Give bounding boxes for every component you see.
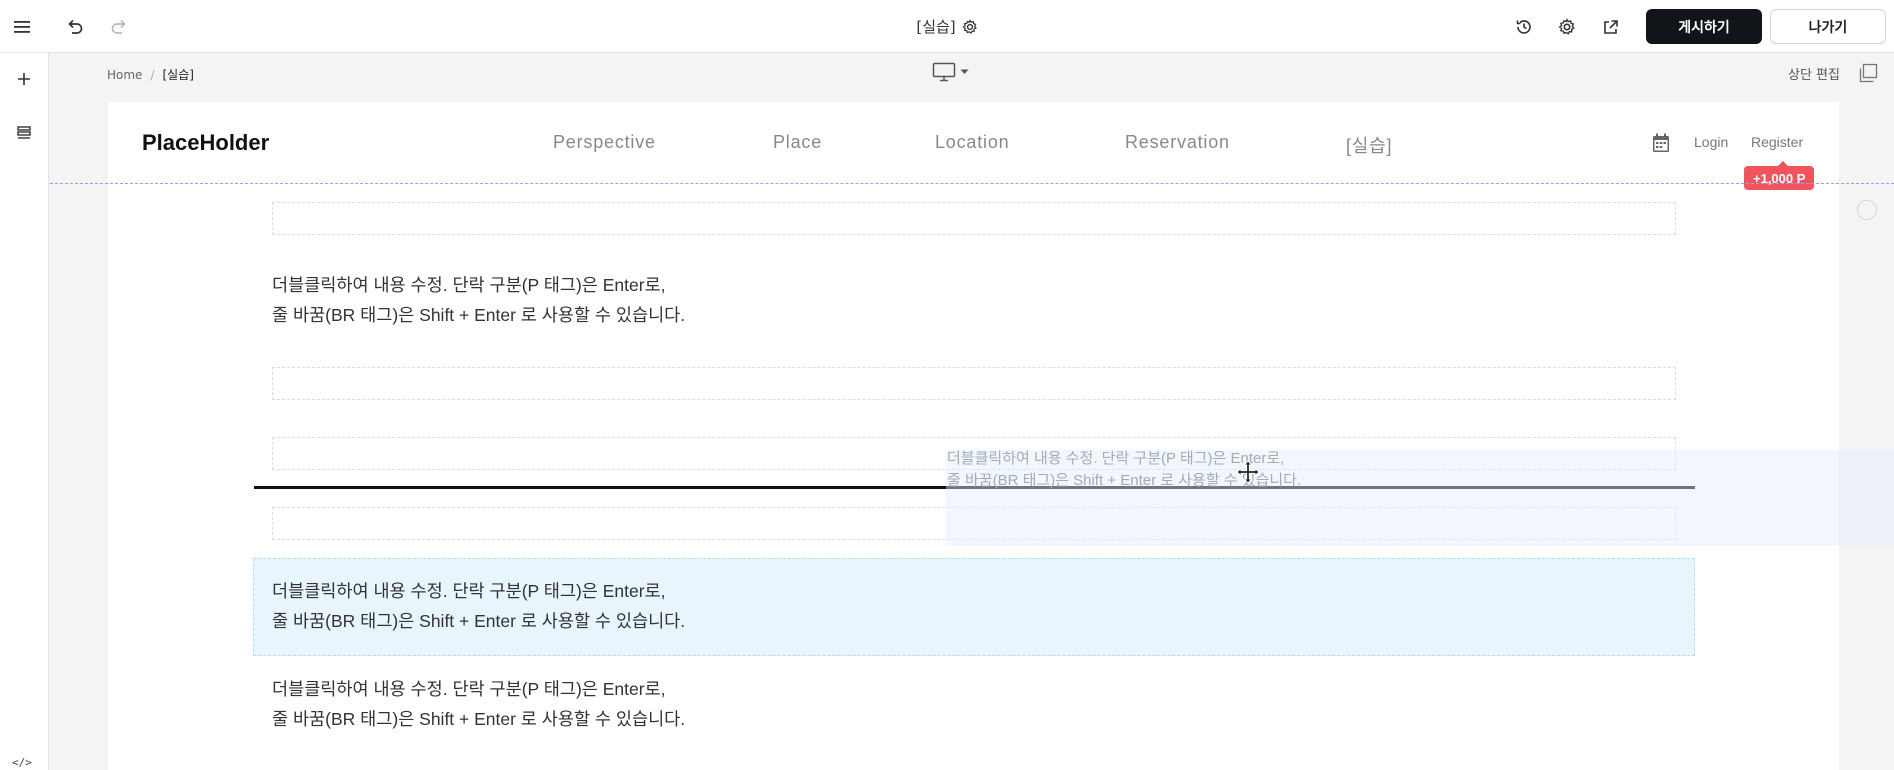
desktop-icon — [932, 62, 956, 82]
move-cursor-icon — [1236, 460, 1260, 484]
text-block[interactable]: 더블클릭하여 내용 수정. 단락 구분(P 태그)은 Enter로, 줄 바꿈(… — [272, 270, 685, 330]
nav-item-perspective[interactable]: Perspective — [553, 132, 656, 153]
gear-icon[interactable] — [962, 18, 978, 35]
paragraph-line: 줄 바꿈(BR 태그)은 Shift + Enter 로 사용할 수 있습니다. — [272, 611, 686, 631]
undo-icon[interactable] — [62, 14, 88, 40]
nav-item-place[interactable]: Place — [773, 132, 822, 153]
site-header[interactable]: PlaceHolder Perspective Place Location R… — [108, 102, 1839, 190]
breadcrumb-separator: / — [150, 67, 155, 82]
breadcrumb-home[interactable]: Home — [107, 68, 142, 82]
code-icon[interactable]: </> — [12, 756, 32, 769]
redo-icon[interactable] — [106, 14, 132, 40]
history-icon[interactable] — [1511, 14, 1537, 40]
page-canvas: PlaceHolder Perspective Place Location R… — [108, 102, 1839, 770]
device-switcher[interactable] — [932, 62, 969, 82]
empty-block[interactable] — [272, 367, 1676, 400]
breadcrumb-current: [실습] — [162, 68, 194, 82]
external-link-icon[interactable] — [1597, 14, 1623, 40]
calendar-icon[interactable] — [1652, 133, 1670, 153]
hamburger-icon[interactable] — [9, 14, 35, 40]
editor-toolbar: [실습] 게시하기 나가기 — [0, 0, 1894, 53]
document-title[interactable]: [실습] — [916, 16, 955, 37]
text-block[interactable]: 더블클릭하여 내용 수정. 단락 구분(P 태그)은 Enter로, 줄 바꿈(… — [272, 674, 685, 734]
paragraph-line: 줄 바꿈(BR 태그)은 Shift + Enter 로 사용할 수 있습니다. — [272, 305, 686, 325]
header-edit-button[interactable]: 상단 편집 — [1788, 64, 1840, 83]
paragraph-line: 더블클릭하여 내용 수정. 단락 구분(P 태그)은 Enter로, — [272, 581, 666, 601]
login-link[interactable]: Login — [1694, 134, 1728, 150]
selected-text-block[interactable]: 더블클릭하여 내용 수정. 단락 구분(P 태그)은 Enter로, 줄 바꿈(… — [253, 558, 1695, 656]
drag-ghost — [946, 450, 1894, 546]
left-rail — [0, 53, 49, 770]
nav-item-location[interactable]: Location — [935, 132, 1009, 153]
nav-item-practice[interactable]: [실습] — [1346, 132, 1392, 158]
paragraph-line: 줄 바꿈(BR 태그)은 Shift + Enter 로 사용할 수 있습니다. — [272, 709, 686, 729]
breadcrumb: Home / [실습] — [107, 66, 194, 83]
empty-block[interactable] — [272, 202, 1676, 235]
layers-icon[interactable] — [10, 119, 38, 147]
header-guide-line — [50, 183, 1894, 184]
publish-button[interactable]: 게시하기 — [1646, 9, 1762, 44]
gear-icon[interactable] — [1554, 14, 1580, 40]
paragraph-line: 더블클릭하여 내용 수정. 단락 구분(P 태그)은 Enter로, — [272, 275, 666, 295]
nav-item-reservation[interactable]: Reservation — [1125, 132, 1230, 153]
site-logo[interactable]: PlaceHolder — [142, 130, 269, 156]
points-badge: +1,000 P — [1744, 161, 1815, 190]
exit-button[interactable]: 나가기 — [1770, 9, 1886, 44]
plus-icon[interactable] — [10, 65, 38, 93]
clock-icon — [1857, 200, 1877, 220]
register-link[interactable]: Register — [1751, 134, 1803, 150]
paragraph-line: 더블클릭하여 내용 수정. 단락 구분(P 태그)은 Enter로, — [272, 679, 666, 699]
caret-down-icon — [960, 69, 969, 74]
copy-icon[interactable] — [1857, 62, 1879, 84]
